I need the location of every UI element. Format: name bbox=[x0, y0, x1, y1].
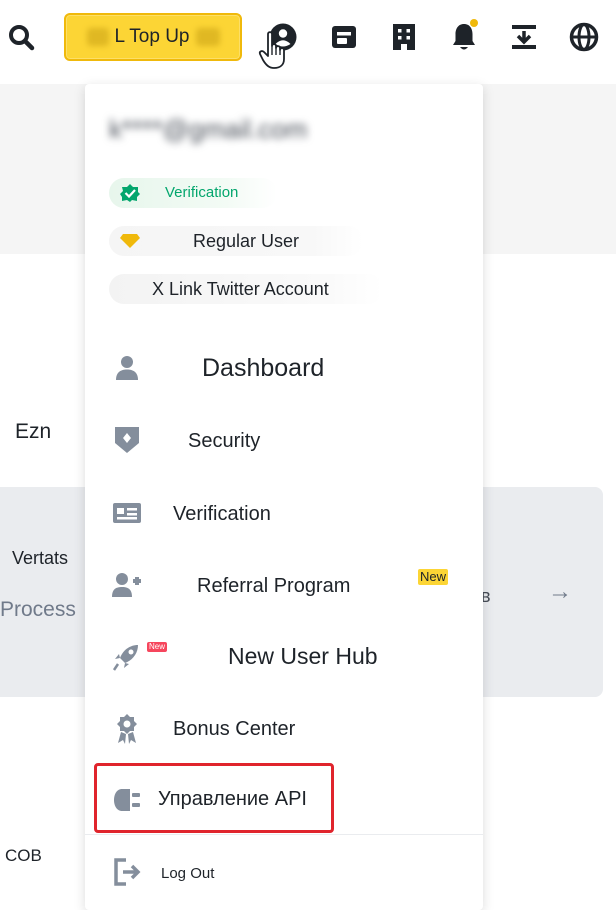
menu-item-label: Управление API bbox=[158, 788, 307, 810]
account-email: k****@gmail.com bbox=[109, 114, 308, 144]
menu-item-label: Verification bbox=[173, 503, 271, 525]
search-icon[interactable] bbox=[6, 22, 36, 52]
rocket-icon: New bbox=[111, 642, 168, 671]
user-icon bbox=[111, 354, 143, 382]
menu-item-verification[interactable]: Verification bbox=[85, 481, 483, 545]
log-out-icon bbox=[111, 858, 143, 886]
verified-check-icon bbox=[119, 183, 141, 203]
orders-icon[interactable] bbox=[389, 22, 419, 52]
menu-item-new-user-hub[interactable]: New New User Hub bbox=[85, 625, 483, 689]
notification-dot bbox=[470, 19, 478, 27]
hand-cursor-icon bbox=[258, 30, 288, 70]
link-twitter-label: X Link Twitter Account bbox=[152, 279, 329, 299]
medal-icon bbox=[111, 714, 143, 744]
blurred-prefix bbox=[86, 28, 109, 46]
background-text-vertats: Vertats bbox=[12, 548, 69, 568]
menu-item-security[interactable]: Security bbox=[85, 408, 483, 472]
link-twitter-badge[interactable]: X Link Twitter Account bbox=[109, 274, 383, 304]
background-text-process: Process bbox=[0, 598, 76, 621]
wallet-icon[interactable] bbox=[329, 22, 359, 52]
background-arrow-icon[interactable]: → bbox=[548, 578, 572, 606]
user-level-label: Regular User bbox=[193, 231, 300, 251]
add-user-icon bbox=[111, 571, 143, 599]
api-plug-icon bbox=[111, 786, 143, 814]
background-text-ezn: Ezn bbox=[15, 420, 52, 443]
top-navigation-bar: L Top Up bbox=[0, 0, 616, 82]
new-badge: New bbox=[418, 569, 449, 585]
new-tag: New bbox=[147, 642, 168, 652]
menu-divider bbox=[85, 834, 483, 835]
menu-item-label: Referral Program bbox=[197, 575, 351, 597]
background-text-cob: COB bbox=[5, 846, 42, 865]
menu-item-label: Bonus Center bbox=[173, 718, 296, 740]
menu-item-label: Security bbox=[188, 430, 261, 452]
menu-item-label: Log Out bbox=[161, 865, 215, 882]
id-card-icon bbox=[111, 499, 143, 527]
verification-status-badge[interactable]: Verification bbox=[109, 178, 277, 208]
diamond-icon bbox=[119, 231, 141, 251]
menu-item-bonus-center[interactable]: Bonus Center bbox=[85, 697, 483, 761]
menu-item-log-out[interactable]: Log Out bbox=[85, 840, 483, 904]
menu-item-referral-program[interactable]: Referral Program New bbox=[85, 553, 483, 617]
page: Ezn Vertats Process в → COB L Top Up k**… bbox=[0, 0, 616, 910]
user-level-badge[interactable]: Regular User bbox=[109, 226, 363, 256]
download-icon[interactable] bbox=[509, 22, 539, 52]
menu-item-dashboard[interactable]: Dashboard bbox=[85, 336, 483, 400]
blurred-suffix bbox=[195, 28, 220, 46]
notifications-icon[interactable] bbox=[449, 19, 479, 52]
menu-item-label: Dashboard bbox=[202, 354, 325, 382]
globe-icon[interactable] bbox=[569, 22, 599, 52]
menu-item-api-management[interactable]: Управление API bbox=[85, 768, 483, 832]
verification-status-label: Verification bbox=[165, 184, 239, 201]
shield-icon bbox=[111, 426, 143, 454]
top-up-label: L Top Up bbox=[114, 26, 190, 47]
top-up-button[interactable]: L Top Up bbox=[64, 13, 242, 61]
account-dropdown-menu: k****@gmail.com Verification Regular Use… bbox=[85, 84, 483, 910]
menu-item-label: New User Hub bbox=[228, 643, 378, 669]
